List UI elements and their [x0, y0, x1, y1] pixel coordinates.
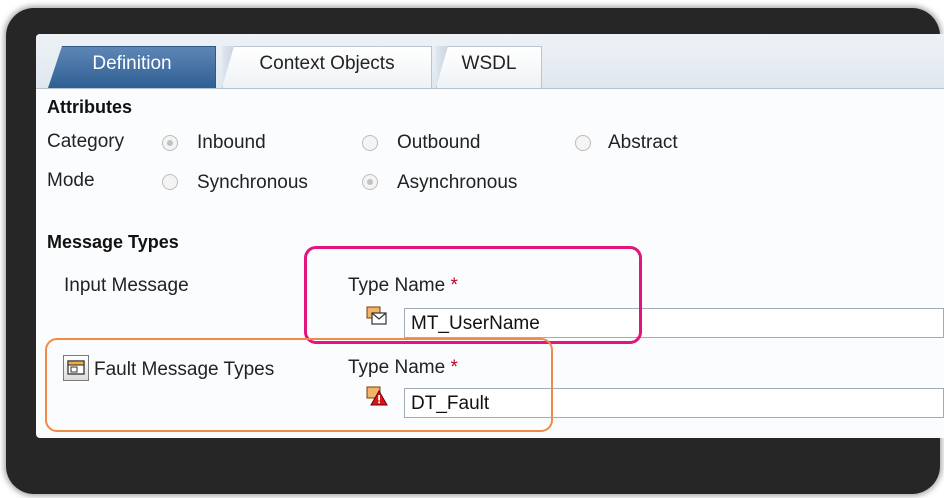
service-interface-editor: Definition Context Objects WSDL Attribut… [36, 34, 944, 438]
category-abstract-label: Abstract [608, 132, 678, 153]
mode-synchronous-radio[interactable] [162, 174, 178, 190]
category-label: Category [47, 131, 125, 152]
category-outbound-label: Outbound [397, 132, 481, 153]
input-message-label: Input Message [64, 275, 189, 296]
mode-synchronous-label: Synchronous [197, 172, 308, 193]
tab-context-objects[interactable]: Context Objects [222, 46, 432, 88]
tab-definition[interactable]: Definition [48, 46, 216, 88]
category-abstract-radio[interactable] [575, 135, 591, 151]
attributes-heading: Attributes [47, 97, 132, 117]
input-message-highlight [304, 246, 642, 344]
definition-content: Attributes Category Inbound Outbound Abs… [36, 88, 944, 438]
tab-wsdl[interactable]: WSDL [436, 46, 542, 88]
message-types-heading: Message Types [47, 232, 179, 252]
fault-message-highlight [45, 338, 553, 432]
mode-label: Mode [47, 170, 95, 191]
mode-asynchronous-label: Asynchronous [397, 172, 518, 193]
category-inbound-radio[interactable] [162, 135, 178, 151]
category-inbound-label: Inbound [197, 132, 266, 153]
tab-strip: Definition Context Objects WSDL [36, 34, 944, 89]
category-outbound-radio[interactable] [362, 135, 378, 151]
mode-asynchronous-radio[interactable] [362, 174, 378, 190]
